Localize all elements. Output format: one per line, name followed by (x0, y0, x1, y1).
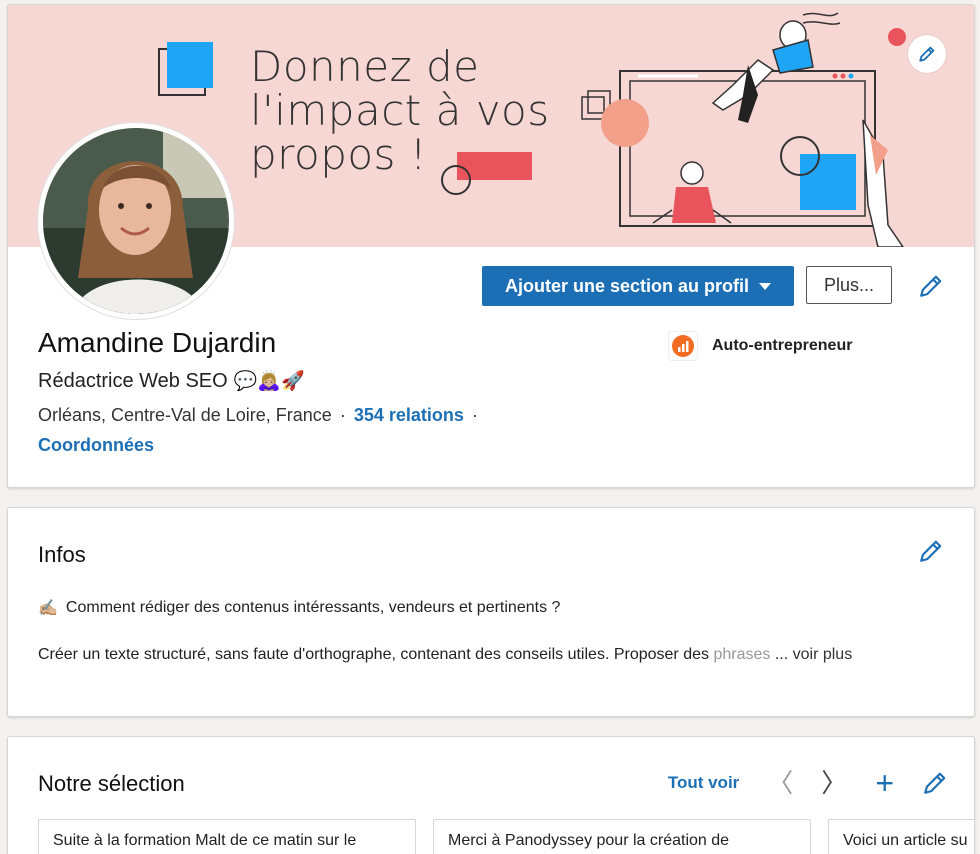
profile-name: Amandine Dujardin (38, 327, 277, 358)
about-text-faded: phrases (713, 646, 771, 663)
edit-banner-button[interactable] (908, 35, 946, 73)
banner-slogan: Donnez de l'impact à vos propos ! (250, 45, 550, 177)
edit-featured-pencil-icon[interactable] (922, 770, 948, 796)
about-line-1: ✍🏼 Comment rédiger des contenus intéress… (38, 598, 560, 618)
banner-line-3: propos ! (250, 130, 428, 179)
profile-photo[interactable] (38, 123, 234, 319)
separator-dot: · (471, 405, 478, 425)
avatar-image (43, 128, 229, 314)
more-button[interactable]: Plus... (806, 266, 892, 304)
writing-hand-icon: ✍🏼 (38, 600, 58, 617)
about-question: Comment rédiger des contenus intéressant… (65, 599, 561, 616)
about-line-2: Créer un texte structuré, sans faute d'o… (38, 646, 958, 664)
about-title: Infos (38, 542, 86, 567)
current-company[interactable]: Auto-entrepreneur (668, 331, 852, 361)
location-text: Orléans, Centre-Val de Loire, France (38, 405, 332, 425)
featured-actions: Tout voir 〈 〉 + (668, 767, 948, 799)
add-profile-section-button[interactable]: Ajouter une section au profil (482, 266, 794, 306)
chevron-right-icon[interactable]: 〉 (821, 770, 847, 796)
headline-text: Rédactrice Web SEO (38, 369, 228, 392)
caret-down-icon (759, 282, 772, 290)
profile-top-card: Donnez de l'impact à vos propos ! Ajoute… (7, 4, 975, 488)
about-ellipsis: ... (774, 646, 789, 663)
add-featured-plus-icon[interactable]: + (875, 767, 894, 799)
banner-line-2: l'impact à vos (250, 86, 550, 135)
edit-intro-pencil-icon[interactable] (918, 273, 944, 299)
see-more-link[interactable]: voir plus (793, 646, 853, 663)
add-section-label: Ajouter une section au profil (504, 275, 750, 296)
featured-card: Notre sélection Tout voir 〈 〉 + Suite à … (7, 736, 975, 854)
headline-emojis: 💬🙇🏼‍♀️🚀 (233, 371, 305, 392)
featured-item[interactable]: Suite à la formation Malt de ce matin su… (38, 819, 416, 854)
about-text: Créer un texte structuré, sans faute d'o… (38, 646, 709, 663)
featured-item[interactable]: Voici un article su (828, 819, 974, 854)
profile-headline: Rédactrice Web SEO 💬🙇🏼‍♀️🚀 (38, 369, 305, 393)
chevron-left-icon[interactable]: 〈 (767, 770, 793, 796)
location-line: Orléans, Centre-Val de Loire, France · 3… (38, 405, 478, 426)
pencil-icon (919, 46, 935, 62)
connections-link[interactable]: 354 relations (354, 405, 464, 426)
featured-item[interactable]: Merci à Panodyssey pour la création de (433, 819, 811, 854)
featured-title: Notre sélection (38, 771, 185, 796)
about-card: Infos ✍🏼 Comment rédiger des contenus in… (7, 507, 975, 717)
see-all-link[interactable]: Tout voir (668, 773, 739, 793)
separator-dot: · (339, 405, 346, 425)
company-name: Auto-entrepreneur (712, 337, 853, 354)
edit-about-pencil-icon[interactable] (918, 538, 944, 564)
company-logo-icon (668, 331, 698, 361)
contact-info-link[interactable]: Coordonnées (38, 435, 154, 456)
banner-line-1: Donnez de (250, 42, 480, 91)
